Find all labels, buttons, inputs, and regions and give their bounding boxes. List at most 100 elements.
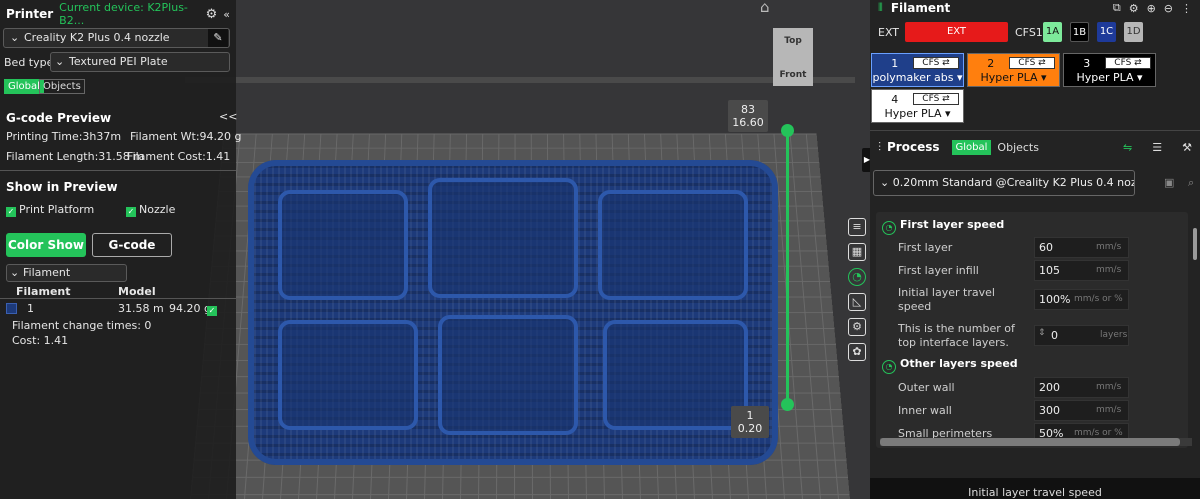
view-type-value: Filament — [23, 266, 70, 279]
slot-4-cfs[interactable]: CFS ⇄ — [913, 93, 959, 105]
gcode-button[interactable]: G-code — [92, 233, 172, 257]
process-header: ⫶ Process Global Objects ⇋ ☰ ⚒ — [870, 134, 1200, 160]
color-show-button[interactable]: Color Show — [6, 233, 86, 257]
slot-1-name[interactable]: polymaker abs ▾ — [872, 71, 963, 84]
layer-bottom-handle[interactable] — [781, 398, 794, 411]
sync-icon[interactable]: ⧉ — [1113, 1, 1121, 15]
slot-2-name[interactable]: Hyper PLA ▾ — [968, 71, 1059, 84]
filament-change-times: Filament change times: 0 — [12, 319, 151, 332]
edit-icon[interactable]: ✎ — [208, 29, 228, 47]
filament-color-swatch — [6, 303, 17, 314]
sidebar-collapse-icon[interactable]: ▶ — [862, 148, 870, 172]
layer-slider[interactable] — [786, 130, 789, 405]
total-cost: Cost: 1.41 — [12, 334, 68, 347]
measure-icon[interactable]: ◺ — [848, 293, 866, 311]
layer-top-number: 83 — [732, 103, 764, 116]
chevron-down-icon: ⌄ — [10, 266, 19, 279]
left-panel: Printer Current device: K2Plus-B2... ⚙ «… — [0, 0, 236, 499]
current-device[interactable]: Current device: K2Plus-B2... — [59, 1, 199, 27]
slot-3-cfs[interactable]: CFS ⇄ — [1105, 57, 1151, 69]
advanced-toggle-icon[interactable]: ⇋ — [1123, 141, 1132, 154]
chevron-down-icon: ⌄ — [55, 55, 64, 68]
view-cube-front[interactable]: Front — [773, 70, 813, 80]
home-icon[interactable]: ⌂ — [760, 0, 776, 14]
slot-3-number: 3 — [1064, 57, 1110, 70]
divider — [0, 298, 236, 299]
nozzle-checkbox[interactable]: ✓ Nozzle — [126, 203, 175, 217]
slot-3-name[interactable]: Hyper PLA ▾ — [1064, 71, 1155, 84]
setting-label: Inner wall — [898, 404, 952, 418]
nozzle-name: Creality K2 Plus 0.4 nozzle — [24, 31, 170, 44]
process-settings: ◔ First layer speed First layer 60 mm/s F… — [876, 212, 1188, 448]
setting-unit: layers — [1100, 325, 1127, 346]
settings-scrollbar[interactable] — [1193, 228, 1197, 260]
process-tab-objects[interactable]: Objects — [997, 141, 1039, 154]
bed-type-select[interactable]: ⌄ Textured PEI Plate — [50, 52, 230, 72]
cfs1-label: CFS1 — [1015, 26, 1043, 39]
slot-1-cfs[interactable]: CFS ⇄ — [913, 57, 959, 69]
cfs-slot-1a[interactable]: 1A — [1043, 22, 1062, 42]
filament-icon: ⦀ — [878, 1, 883, 15]
filament-slot-2[interactable]: 2 CFS ⇄ Hyper PLA ▾ — [967, 53, 1060, 87]
cfs-slot-1c[interactable]: 1C — [1097, 22, 1116, 42]
other-layers-speed-title: Other layers speed — [900, 357, 1018, 370]
gcode-collapse-icon[interactable]: << — [219, 110, 237, 123]
filament-length: Filament Length:31.58 m — [6, 150, 144, 163]
settings-icon[interactable]: ⚙ — [1129, 2, 1139, 15]
print-platform-checkbox[interactable]: ✓ Print Platform — [6, 203, 94, 217]
add-icon[interactable]: ⊕ — [1147, 2, 1156, 15]
filament-weight: Filament Wt:94.20 g — [130, 130, 242, 143]
view-cube[interactable]: Top Front — [773, 28, 813, 86]
layer-top-handle[interactable] — [781, 124, 794, 137]
process-title: Process — [887, 140, 940, 154]
search-icon[interactable]: ⌕ — [1188, 176, 1194, 190]
chevron-down-icon: ⌄ — [880, 176, 893, 189]
speed-icon: ◔ — [882, 221, 896, 235]
tab-global[interactable]: Global — [4, 79, 44, 94]
cfs-slot-1d[interactable]: 1D — [1124, 22, 1143, 42]
tab-objects[interactable]: Objects — [39, 79, 85, 94]
layers-icon[interactable]: ≡ — [848, 218, 866, 236]
view-cube-top[interactable]: Top — [773, 36, 813, 46]
slot-2-cfs[interactable]: CFS ⇄ — [1009, 57, 1055, 69]
more-icon[interactable]: ⋮ — [1181, 2, 1192, 15]
nozzle-select[interactable]: ⌄ Creality K2 Plus 0.4 nozzle ✎ — [3, 28, 230, 48]
scroll-thumb[interactable] — [880, 438, 1180, 446]
ext-filament-slot[interactable]: EXT — [905, 22, 1008, 42]
filament-header: ⦀ Filament ⧉ ⚙ ⊕ ⊖ ⋮ — [870, 0, 1200, 16]
checkmark-icon: ✓ — [207, 306, 217, 316]
grid-icon[interactable]: ▦ — [848, 243, 866, 261]
filament-index: 1 — [27, 302, 34, 315]
gear-icon[interactable]: ⚙ — [206, 7, 218, 22]
ext-label: EXT — [878, 26, 899, 39]
spinner-icon[interactable]: ⇕ — [1038, 328, 1046, 338]
filament-row-weight: 94.20 g — [169, 302, 211, 315]
setting-unit: mm/s — [1096, 377, 1121, 398]
setting-unit: mm/s — [1096, 400, 1121, 421]
remove-icon[interactable]: ⊖ — [1164, 2, 1173, 15]
settings-icon[interactable]: ⚙ — [848, 318, 866, 336]
filament-slot-4[interactable]: 4 CFS ⇄ Hyper PLA ▾ — [871, 89, 964, 123]
settings-hscrollbar[interactable] — [880, 438, 1192, 446]
filament-row-length: 31.58 m — [118, 302, 164, 315]
first-layer-speed-title: First layer speed — [900, 218, 1004, 231]
setting-label: Outer wall — [898, 381, 955, 395]
filament-slot-3[interactable]: 3 CFS ⇄ Hyper PLA ▾ — [1063, 53, 1156, 87]
setting-label: This is the number of top interface laye… — [898, 322, 1023, 350]
process-preset-select[interactable]: ⌄ 0.20mm Standard @Creality K2 Plus 0.4 … — [873, 170, 1135, 196]
filament-row-checkbox[interactable]: ✓ — [207, 302, 220, 316]
show-in-preview-title: Show in Preview — [6, 180, 118, 194]
wrench-icon[interactable]: ⚒ — [1182, 141, 1192, 154]
printing-time: Printing Time:3h37m — [6, 130, 121, 143]
view-type-select[interactable]: ⌄ Filament — [6, 264, 127, 282]
sliced-model[interactable] — [248, 160, 778, 465]
compare-icon[interactable]: ☰ — [1152, 141, 1162, 154]
save-icon[interactable]: ▣ — [1164, 176, 1174, 189]
slot-4-name[interactable]: Hyper PLA ▾ — [872, 107, 963, 120]
collapse-icon[interactable]: « — [223, 8, 230, 21]
filament-slot-1[interactable]: 1 CFS ⇄ polymaker abs ▾ — [871, 53, 964, 87]
view-mode-icon[interactable]: ✿ — [848, 343, 866, 361]
cfs-slot-1b[interactable]: 1B — [1070, 22, 1089, 42]
process-tab-global[interactable]: Global — [952, 140, 992, 155]
speed-gauge-icon[interactable]: ◔ — [848, 268, 866, 286]
